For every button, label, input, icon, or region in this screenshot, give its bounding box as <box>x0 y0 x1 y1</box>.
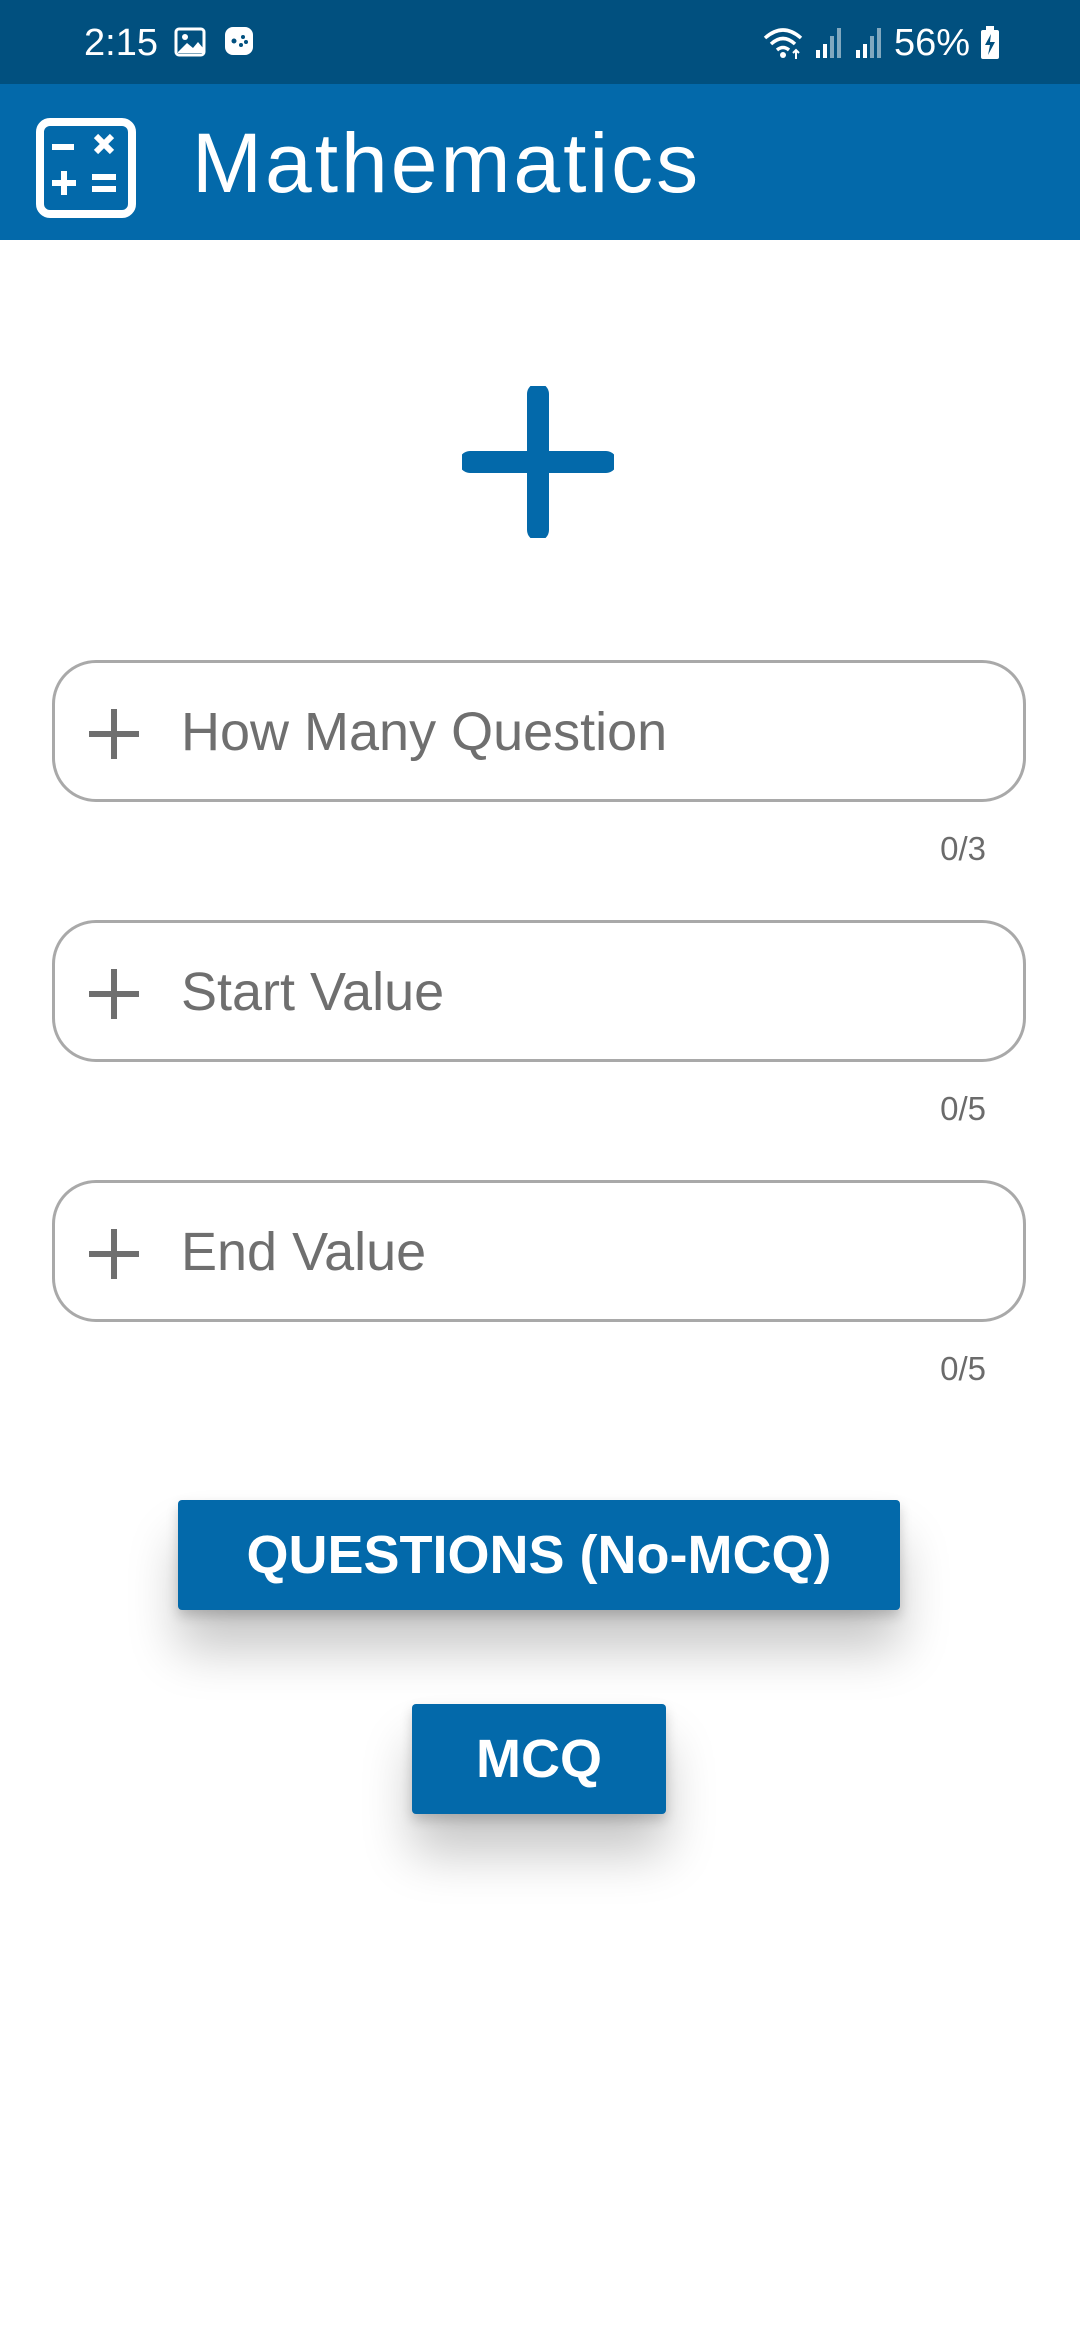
how-many-question-field[interactable] <box>52 660 1026 802</box>
start-value-field[interactable] <box>52 920 1026 1062</box>
app-bar: Mathematics <box>0 84 1080 240</box>
plus-icon <box>89 1229 139 1279</box>
question-count-counter: 0/3 <box>940 830 986 867</box>
status-bar: 2:15 56% <box>0 0 1080 84</box>
plus-icon <box>462 386 614 538</box>
plus-icon <box>89 969 139 1019</box>
how-many-question-input[interactable] <box>181 681 1001 783</box>
signal-icon <box>815 28 841 58</box>
calculator-icon <box>36 118 136 218</box>
gallery-icon <box>174 27 206 57</box>
questions-no-mcq-button[interactable]: QUESTIONS (No-MCQ) <box>178 1500 900 1610</box>
end-value-input[interactable] <box>181 1201 1001 1303</box>
start-value-counter: 0/5 <box>940 1090 986 1127</box>
end-value-field[interactable] <box>52 1180 1026 1322</box>
signal-icon <box>855 28 881 58</box>
wifi-icon <box>763 28 803 59</box>
status-notification-icons <box>174 26 254 58</box>
status-system-icons: 56% <box>762 20 1000 66</box>
status-time: 2:15 <box>84 22 158 64</box>
battery-percentage: 56% <box>893 22 970 64</box>
end-value-counter: 0/5 <box>940 1350 986 1387</box>
mcq-button[interactable]: MCQ <box>412 1704 666 1814</box>
plus-icon <box>89 709 139 759</box>
battery-charging-icon <box>981 26 999 59</box>
game-controller-icon <box>225 27 253 55</box>
start-value-input[interactable] <box>181 941 1001 1043</box>
app-title: Mathematics <box>192 116 702 210</box>
